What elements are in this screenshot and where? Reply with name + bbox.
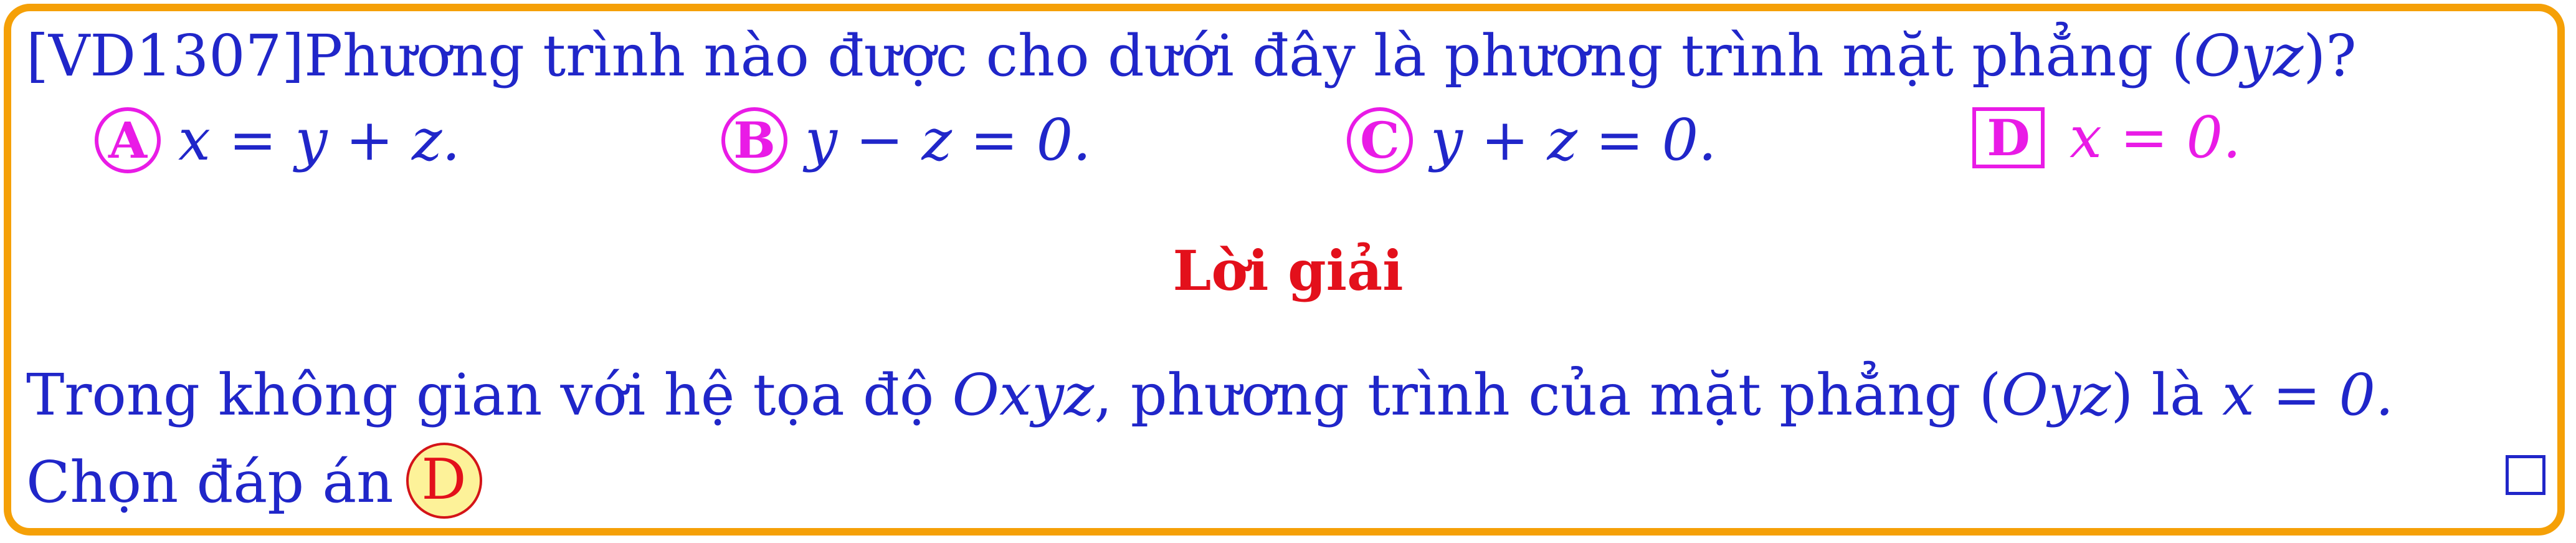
option-a-expression: x = y + z. (178, 107, 460, 173)
solution-coord-system: Oxyz (952, 362, 1095, 428)
answer-label: Chọn đáp án (26, 448, 394, 516)
option-b-expression: y − z = 0. (805, 107, 1091, 173)
option-c-marker: C (1347, 107, 1413, 173)
question-plane-name: Oyz (2193, 22, 2304, 89)
option-a[interactable]: A x = y + z. (95, 107, 460, 173)
qed-box-icon (2506, 455, 2545, 495)
option-a-marker: A (95, 107, 161, 173)
solution-heading: Lời giải (1172, 238, 1404, 303)
option-d-marker: D (1972, 107, 2045, 168)
question-paren-close: )? (2303, 22, 2357, 89)
solution-plane-name: Oyz (2001, 362, 2111, 428)
question-paren-open: ( (2171, 22, 2194, 89)
question-prompt: Phương trình nào được cho dưới đây là ph… (304, 22, 2172, 89)
option-d-expression: x = 0. (2070, 104, 2241, 171)
solution-equation: x = 0. (2222, 362, 2394, 428)
option-c[interactable]: C y + z = 0. (1347, 107, 1716, 173)
solution-mid: , phương trình của mặt phẳng ( (1094, 362, 2002, 428)
option-c-expression: y + z = 0. (1430, 107, 1717, 173)
option-b[interactable]: B y − z = 0. (721, 107, 1091, 173)
question-code: [VD1307] (26, 22, 305, 89)
solution-text: Trong không gian với hệ tọa độ Oxyz, phư… (26, 367, 2393, 424)
answer-line: Chọn đáp án D (26, 443, 482, 525)
question-text: [VD1307]Phương trình nào được cho dưới đ… (26, 27, 2357, 85)
option-d[interactable]: D x = 0. (1972, 107, 2241, 168)
answer-badge: D (406, 443, 482, 519)
option-b-marker: B (721, 107, 787, 173)
solution-is: ) là (2111, 362, 2223, 428)
solution-intro: Trong không gian với hệ tọa độ (26, 362, 953, 428)
